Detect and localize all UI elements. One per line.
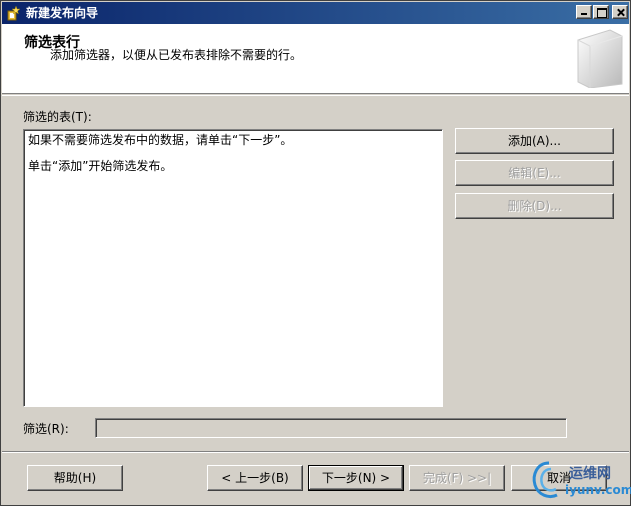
wizard-window: 新建发布向导 筛选表行 添加筛选器，以便从已发布表排除不需要的行。 筛选的表(T… <box>0 0 631 506</box>
wizard-app-icon <box>7 5 21 21</box>
wizard-header: 筛选表行 添加筛选器，以便从已发布表排除不需要的行。 <box>2 24 629 94</box>
list-item: 单击“添加”开始筛选发布。 <box>28 159 173 173</box>
add-button[interactable]: 添加(A)... <box>455 128 614 154</box>
filter-field[interactable] <box>95 418 567 438</box>
watermark-logo-icon <box>532 461 558 499</box>
help-button[interactable]: 帮助(H) <box>27 465 123 491</box>
title-bar[interactable]: 新建发布向导 <box>2 2 629 24</box>
watermark-url: iyunv.com <box>565 483 631 497</box>
maximize-button[interactable] <box>593 5 609 19</box>
watermark-name: 运维网 <box>569 466 611 482</box>
finish-button[interactable]: 完成(F) >>| <box>409 465 505 491</box>
edit-button[interactable]: 编辑(E)... <box>455 160 614 186</box>
footer-divider <box>2 451 629 453</box>
window-title: 新建发布向导 <box>26 6 99 20</box>
list-item: 如果不需要筛选发布中的数据，请单击“下一步”。 <box>28 133 293 147</box>
page-subtitle: 添加筛选器，以便从已发布表排除不需要的行。 <box>50 48 303 62</box>
filter-label: 筛选(R): <box>23 422 69 436</box>
minimize-button[interactable] <box>576 5 592 19</box>
filtered-tables-list[interactable]: 如果不需要筛选发布中的数据，请单击“下一步”。 单击“添加”开始筛选发布。 <box>23 129 443 407</box>
site-watermark: 运维网 iyunv.com <box>529 455 631 503</box>
header-divider <box>2 95 629 96</box>
delete-button[interactable]: 删除(D)... <box>455 193 614 219</box>
publication-graphic-icon <box>577 29 623 88</box>
close-button[interactable] <box>612 5 628 19</box>
filtered-tables-label: 筛选的表(T): <box>23 110 92 124</box>
next-button[interactable]: 下一步(N) > <box>308 465 404 491</box>
back-button[interactable]: < 上一步(B) <box>207 465 303 491</box>
